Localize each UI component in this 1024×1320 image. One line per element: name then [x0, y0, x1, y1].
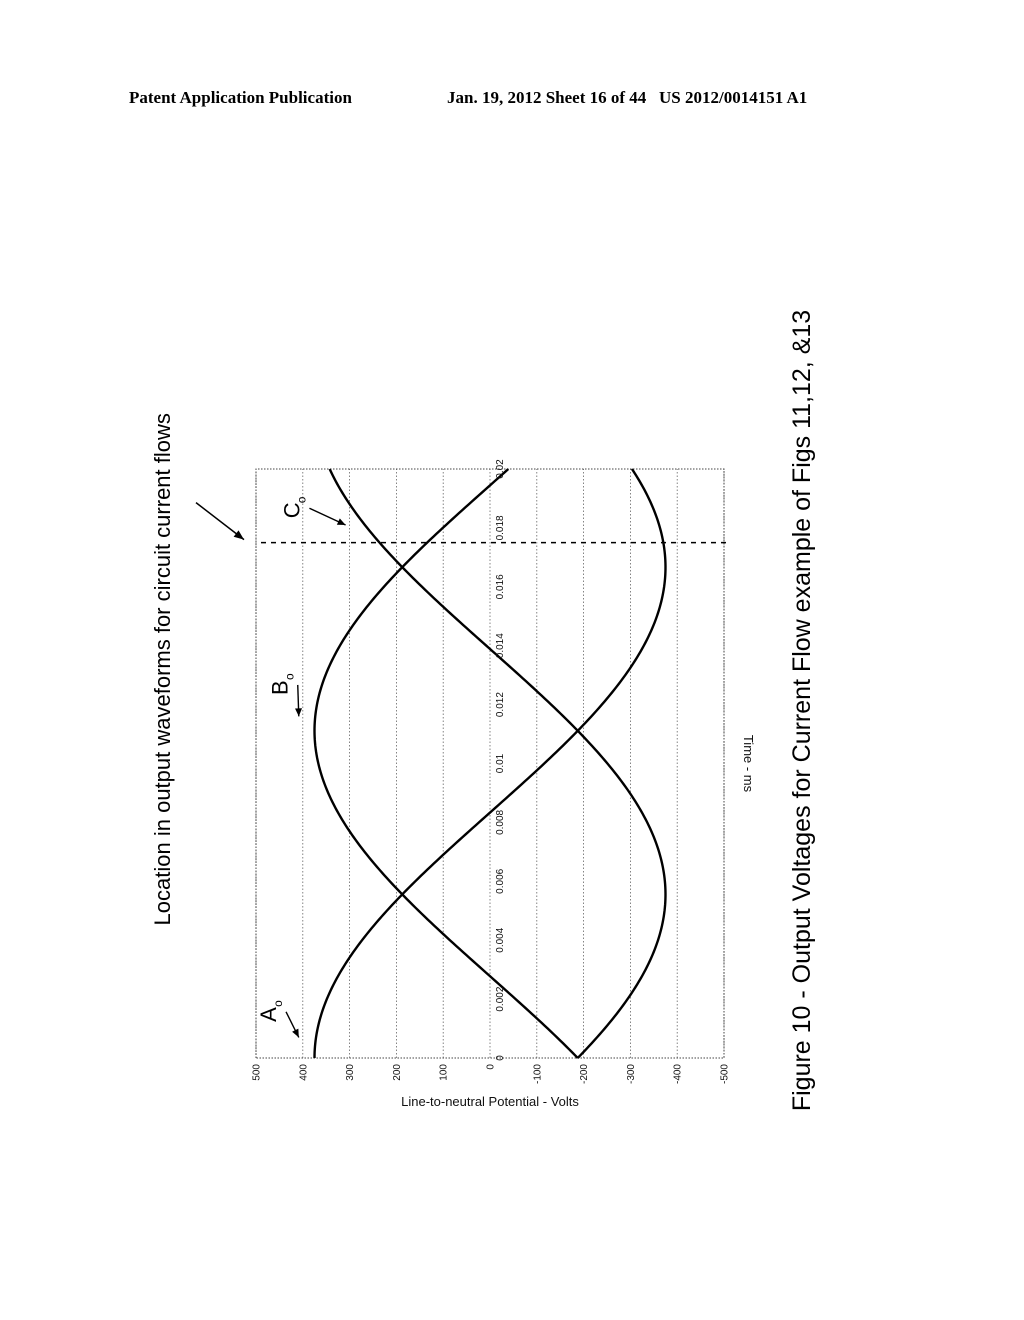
x-tick-label: 0.006: [495, 868, 506, 893]
series-label-main: B: [268, 680, 293, 695]
x-tick-labels: 0 0.002 0.004 0.006 0.008 0.01 0.012 0.014 0.016…: [495, 459, 506, 1061]
series-label-c: Co: [279, 496, 346, 526]
y-tick-label: 200: [392, 1064, 403, 1081]
x-tick-label: 0.004: [495, 927, 506, 952]
series-label-subscript: o: [283, 673, 297, 680]
x-tick-label: 0.02: [495, 459, 506, 479]
y-tick-label: 0: [486, 1064, 497, 1070]
y-tick-labels: 500 400 300 200 100 0 -100 -200 -300 -400 -500: [252, 1064, 731, 1084]
y-tick-label: -400: [673, 1064, 684, 1084]
x-tick-label: 0.016: [495, 574, 506, 599]
x-tick-label: 0.008: [495, 809, 506, 834]
chart: 0 0.002 0.004 0.006 0.008 0.01 0.012 0.014 0.016…: [150, 310, 816, 1111]
series-labels: AoBoCo: [256, 496, 346, 1038]
x-axis-label: Time - ms: [741, 735, 756, 793]
y-tick-label: 300: [345, 1064, 356, 1081]
x-tick-label: 0.014: [495, 633, 506, 658]
series-line-b: [313, 468, 579, 1059]
series-label-subscript: o: [294, 496, 308, 503]
figure-caption: Figure 10 - Output Voltages for Current …: [788, 310, 816, 1111]
annotation-arrow: [195, 502, 245, 541]
y-axis-label: Line-to-neutral Potential - Volts: [401, 1094, 579, 1109]
plot-area: 0 0.002 0.004 0.006 0.008 0.01 0.012 0.014 0.016…: [150, 310, 816, 1111]
y-tick-label: 400: [298, 1064, 309, 1081]
x-tick-label: 0.018: [495, 515, 506, 540]
series-label-subscript: o: [271, 1000, 285, 1007]
y-tick-label: -200: [579, 1064, 590, 1084]
gridlines: [255, 469, 725, 1058]
y-tick-label: 500: [252, 1064, 263, 1081]
series-label-b: Bo: [268, 673, 303, 717]
x-tick-label: 0.01: [495, 753, 506, 773]
y-tick-label: 100: [439, 1064, 450, 1081]
arrowhead-icon: [295, 708, 303, 717]
y-tick-label: -500: [720, 1064, 731, 1084]
annotation-title: Location in output waveforms for circuit…: [150, 413, 175, 925]
x-tick-label: 0: [495, 1055, 506, 1061]
series-label-a: Ao: [256, 1000, 300, 1038]
series-label-main: C: [279, 502, 304, 518]
y-tick-label: -100: [532, 1064, 543, 1084]
x-tick-label: 0.012: [495, 692, 506, 717]
y-tick-label: -300: [626, 1064, 637, 1084]
series-label-main: A: [256, 1007, 281, 1022]
x-tick-label: 0.002: [495, 986, 506, 1011]
